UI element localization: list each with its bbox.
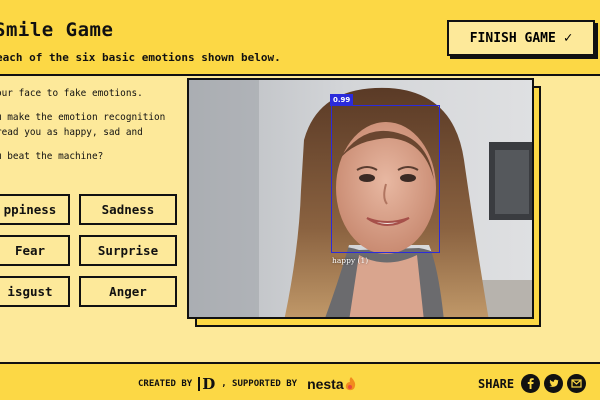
nesta-logo-text: nesta xyxy=(307,376,344,392)
share-bar: SHARE xyxy=(478,374,587,393)
surprise-button[interactable]: Surprise xyxy=(79,235,177,266)
email-icon[interactable] xyxy=(567,374,587,393)
page-title: Smile Game xyxy=(0,19,114,41)
webcam-video: 0.99 happy (1) xyxy=(187,78,534,319)
finish-game-button[interactable]: FINISH GAME ✓ xyxy=(447,20,595,56)
checkmark-icon: ✓ xyxy=(563,30,573,46)
instructions: our face to fake emotions. u make the em… xyxy=(0,86,181,173)
face-detection-box xyxy=(331,105,440,253)
detection-score: 0.99 xyxy=(330,94,354,106)
instruction-line-1: our face to fake emotions. xyxy=(0,88,143,99)
nesta-logo[interactable]: nesta xyxy=(307,376,357,392)
credits: CREATED BY D , SUPPORTED BY nesta xyxy=(138,376,357,392)
nesta-flame-icon xyxy=(345,377,355,391)
anger-button[interactable]: Anger xyxy=(79,276,177,307)
detection-label: happy (1) xyxy=(332,256,369,265)
sadness-button[interactable]: Sadness xyxy=(79,194,177,225)
facebook-icon[interactable] xyxy=(521,374,541,393)
happiness-button[interactable]: ppiness xyxy=(0,194,70,225)
creator-logo[interactable]: D xyxy=(198,377,215,392)
finish-game-label: FINISH GAME xyxy=(469,30,556,46)
footer: CREATED BY D , SUPPORTED BY nesta SHARE xyxy=(0,362,600,400)
twitter-icon[interactable] xyxy=(544,374,564,393)
share-label: SHARE xyxy=(478,376,515,391)
instruction-line-3: u beat the machine? xyxy=(0,151,104,162)
page-subtitle: each of the six basic emotions shown bel… xyxy=(0,51,281,64)
supported-by-label: , SUPPORTED BY xyxy=(221,379,298,389)
disgust-button[interactable]: isgust xyxy=(0,276,70,307)
instruction-line-2: u make the emotion recognition read you … xyxy=(0,112,166,138)
header: Smile Game each of the six basic emotion… xyxy=(0,0,600,76)
fear-button[interactable]: Fear xyxy=(0,235,70,266)
created-by-label: CREATED BY xyxy=(138,379,193,389)
